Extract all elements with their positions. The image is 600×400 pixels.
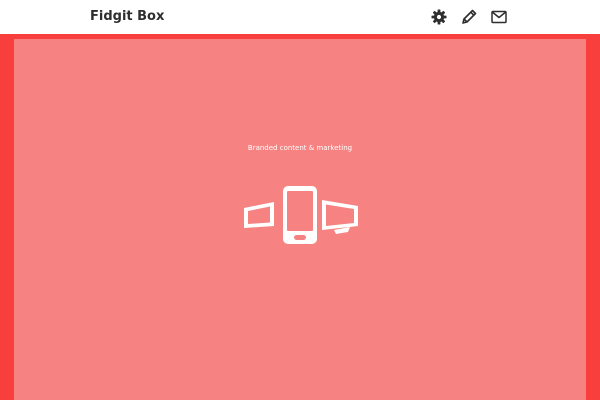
devices-icon [242,186,360,248]
top-nav-bar: Fidgit Box [0,0,600,34]
gear-icon[interactable] [430,8,448,26]
brand-logo-link[interactable]: Fidgit Box [90,8,164,26]
phone-icon [283,186,317,244]
mail-icon[interactable] [490,8,508,26]
pencil-icon[interactable] [460,8,478,26]
hero-banner: Branded content & marketing [14,39,586,400]
hero-tagline: Branded content & marketing [247,144,353,152]
monitor-icon [322,200,358,234]
tablet-icon [244,202,274,228]
